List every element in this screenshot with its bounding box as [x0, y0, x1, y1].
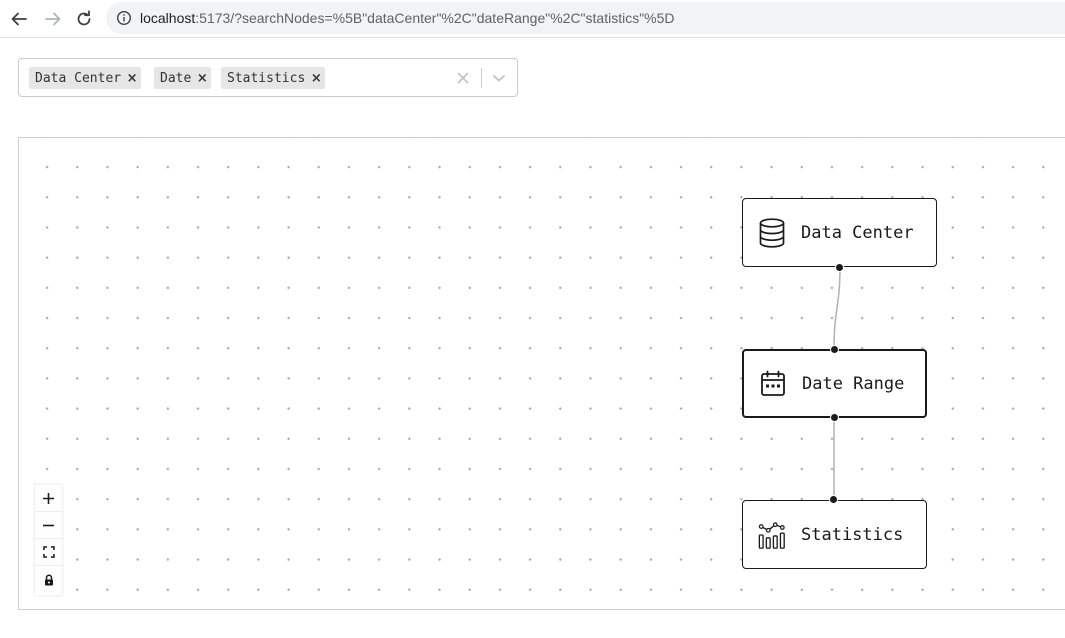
browser-toolbar: localhost:5173/?searchNodes=%5B"dataCent… — [0, 0, 1065, 38]
node-data-center[interactable]: Data Center — [742, 198, 937, 272]
chip-date: Date × — [154, 67, 212, 89]
node-search-select[interactable]: Data Center × Date × Statistics × — [18, 58, 518, 97]
clear-all-button[interactable] — [453, 67, 473, 89]
forward-button[interactable] — [42, 8, 64, 30]
calendar-icon — [758, 369, 788, 399]
node-label: Data Center — [801, 222, 914, 243]
chip-data-center: Data Center × — [29, 67, 142, 89]
url-text[interactable]: localhost:5173/?searchNodes=%5B"dataCent… — [140, 10, 675, 26]
reload-button[interactable] — [73, 8, 95, 30]
lock-icon — [44, 574, 53, 585]
edge-data-center-date-range[interactable] — [833, 265, 841, 351]
chip-label: Statistics — [227, 70, 306, 86]
target-handle[interactable] — [829, 495, 838, 504]
source-handle[interactable] — [830, 413, 839, 422]
flow-canvas[interactable]: Data Center Date Range Statistics — [18, 137, 1065, 610]
arrow-right-icon — [45, 12, 61, 26]
node-label: Statistics — [801, 524, 904, 545]
chip-label: Data Center — [35, 70, 122, 86]
plus-icon — [43, 492, 54, 504]
chip-label: Date — [160, 70, 192, 86]
zoom-out-button[interactable] — [35, 512, 62, 539]
zoom-in-button[interactable] — [35, 485, 62, 512]
chip-remove-button[interactable]: × — [123, 67, 141, 89]
target-handle[interactable] — [830, 345, 839, 354]
chevron-down-icon — [493, 75, 505, 82]
database-icon — [757, 217, 787, 248]
node-date-range[interactable]: Date Range — [742, 345, 927, 422]
back-button[interactable] — [8, 8, 30, 30]
site-info-icon[interactable] — [116, 10, 132, 26]
node-label: Date Range — [802, 373, 905, 394]
arrow-left-icon — [11, 12, 27, 26]
dropdown-toggle[interactable] — [489, 67, 509, 89]
chip-remove-button[interactable]: × — [193, 67, 211, 89]
address-bar[interactable]: localhost:5173/?searchNodes=%5B"dataCent… — [106, 2, 1065, 34]
statistics-chart-icon — [757, 520, 787, 550]
node-statistics[interactable]: Statistics — [742, 495, 927, 569]
chip-statistics: Statistics × — [221, 67, 326, 89]
url-path: :5173/?searchNodes=%5B"dataCenter"%2C"da… — [195, 10, 675, 26]
reload-icon — [77, 10, 91, 26]
indicator-separator — [481, 68, 482, 88]
source-handle[interactable] — [835, 263, 844, 272]
fit-view-icon — [42, 546, 55, 558]
fit-view-button[interactable] — [35, 539, 62, 566]
close-icon — [457, 72, 469, 84]
flow-controls — [35, 485, 62, 595]
url-host: localhost — [140, 10, 196, 26]
minus-icon — [43, 524, 54, 526]
chip-remove-button[interactable]: × — [307, 67, 325, 89]
toggle-interactivity-button[interactable] — [35, 566, 62, 593]
